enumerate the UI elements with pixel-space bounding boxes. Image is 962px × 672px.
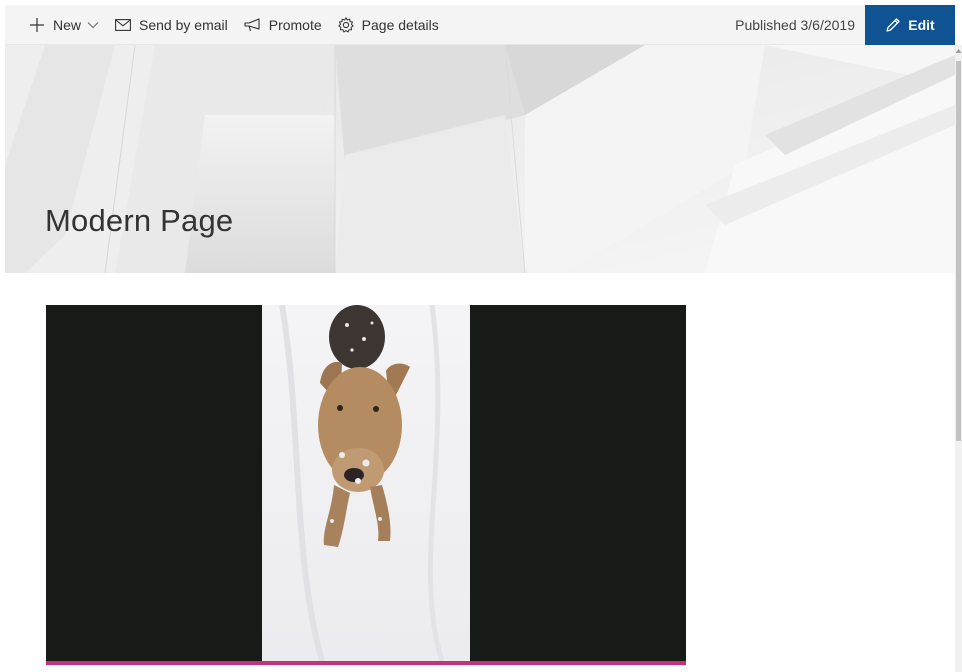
video-progress-fill bbox=[46, 661, 686, 665]
envelope-icon bbox=[115, 18, 131, 31]
new-label: New bbox=[53, 16, 82, 33]
new-button[interactable]: New bbox=[5, 5, 107, 45]
send-by-email-button[interactable]: Send by email bbox=[107, 5, 236, 45]
video-progress-bar[interactable] bbox=[46, 661, 686, 665]
video-player[interactable] bbox=[46, 305, 686, 665]
gear-icon bbox=[337, 16, 354, 32]
dog-in-snow-image bbox=[262, 305, 470, 661]
promote-button[interactable]: Promote bbox=[236, 5, 330, 45]
megaphone-icon bbox=[244, 17, 260, 31]
scrollbar-thumb[interactable] bbox=[956, 61, 961, 441]
published-status: Published 3/6/2019 bbox=[735, 16, 855, 33]
scroll-up-arrow-icon[interactable] bbox=[955, 47, 962, 55]
send-by-email-label: Send by email bbox=[139, 16, 228, 33]
page-details-button[interactable]: Page details bbox=[330, 5, 447, 45]
command-bar: New Send by email Promote Page details P… bbox=[5, 4, 955, 45]
edit-label: Edit bbox=[908, 16, 935, 33]
page-details-label: Page details bbox=[361, 16, 439, 33]
vertical-scrollbar[interactable] bbox=[955, 45, 962, 672]
promote-label: Promote bbox=[268, 16, 322, 33]
chevron-down-icon bbox=[87, 21, 99, 28]
pencil-icon bbox=[886, 17, 900, 32]
page-title-banner: Modern Page bbox=[5, 45, 955, 273]
plus-icon bbox=[30, 17, 44, 32]
video-frame bbox=[262, 305, 470, 661]
edit-button[interactable]: Edit bbox=[865, 4, 955, 45]
page-title: Modern Page bbox=[45, 203, 234, 238]
